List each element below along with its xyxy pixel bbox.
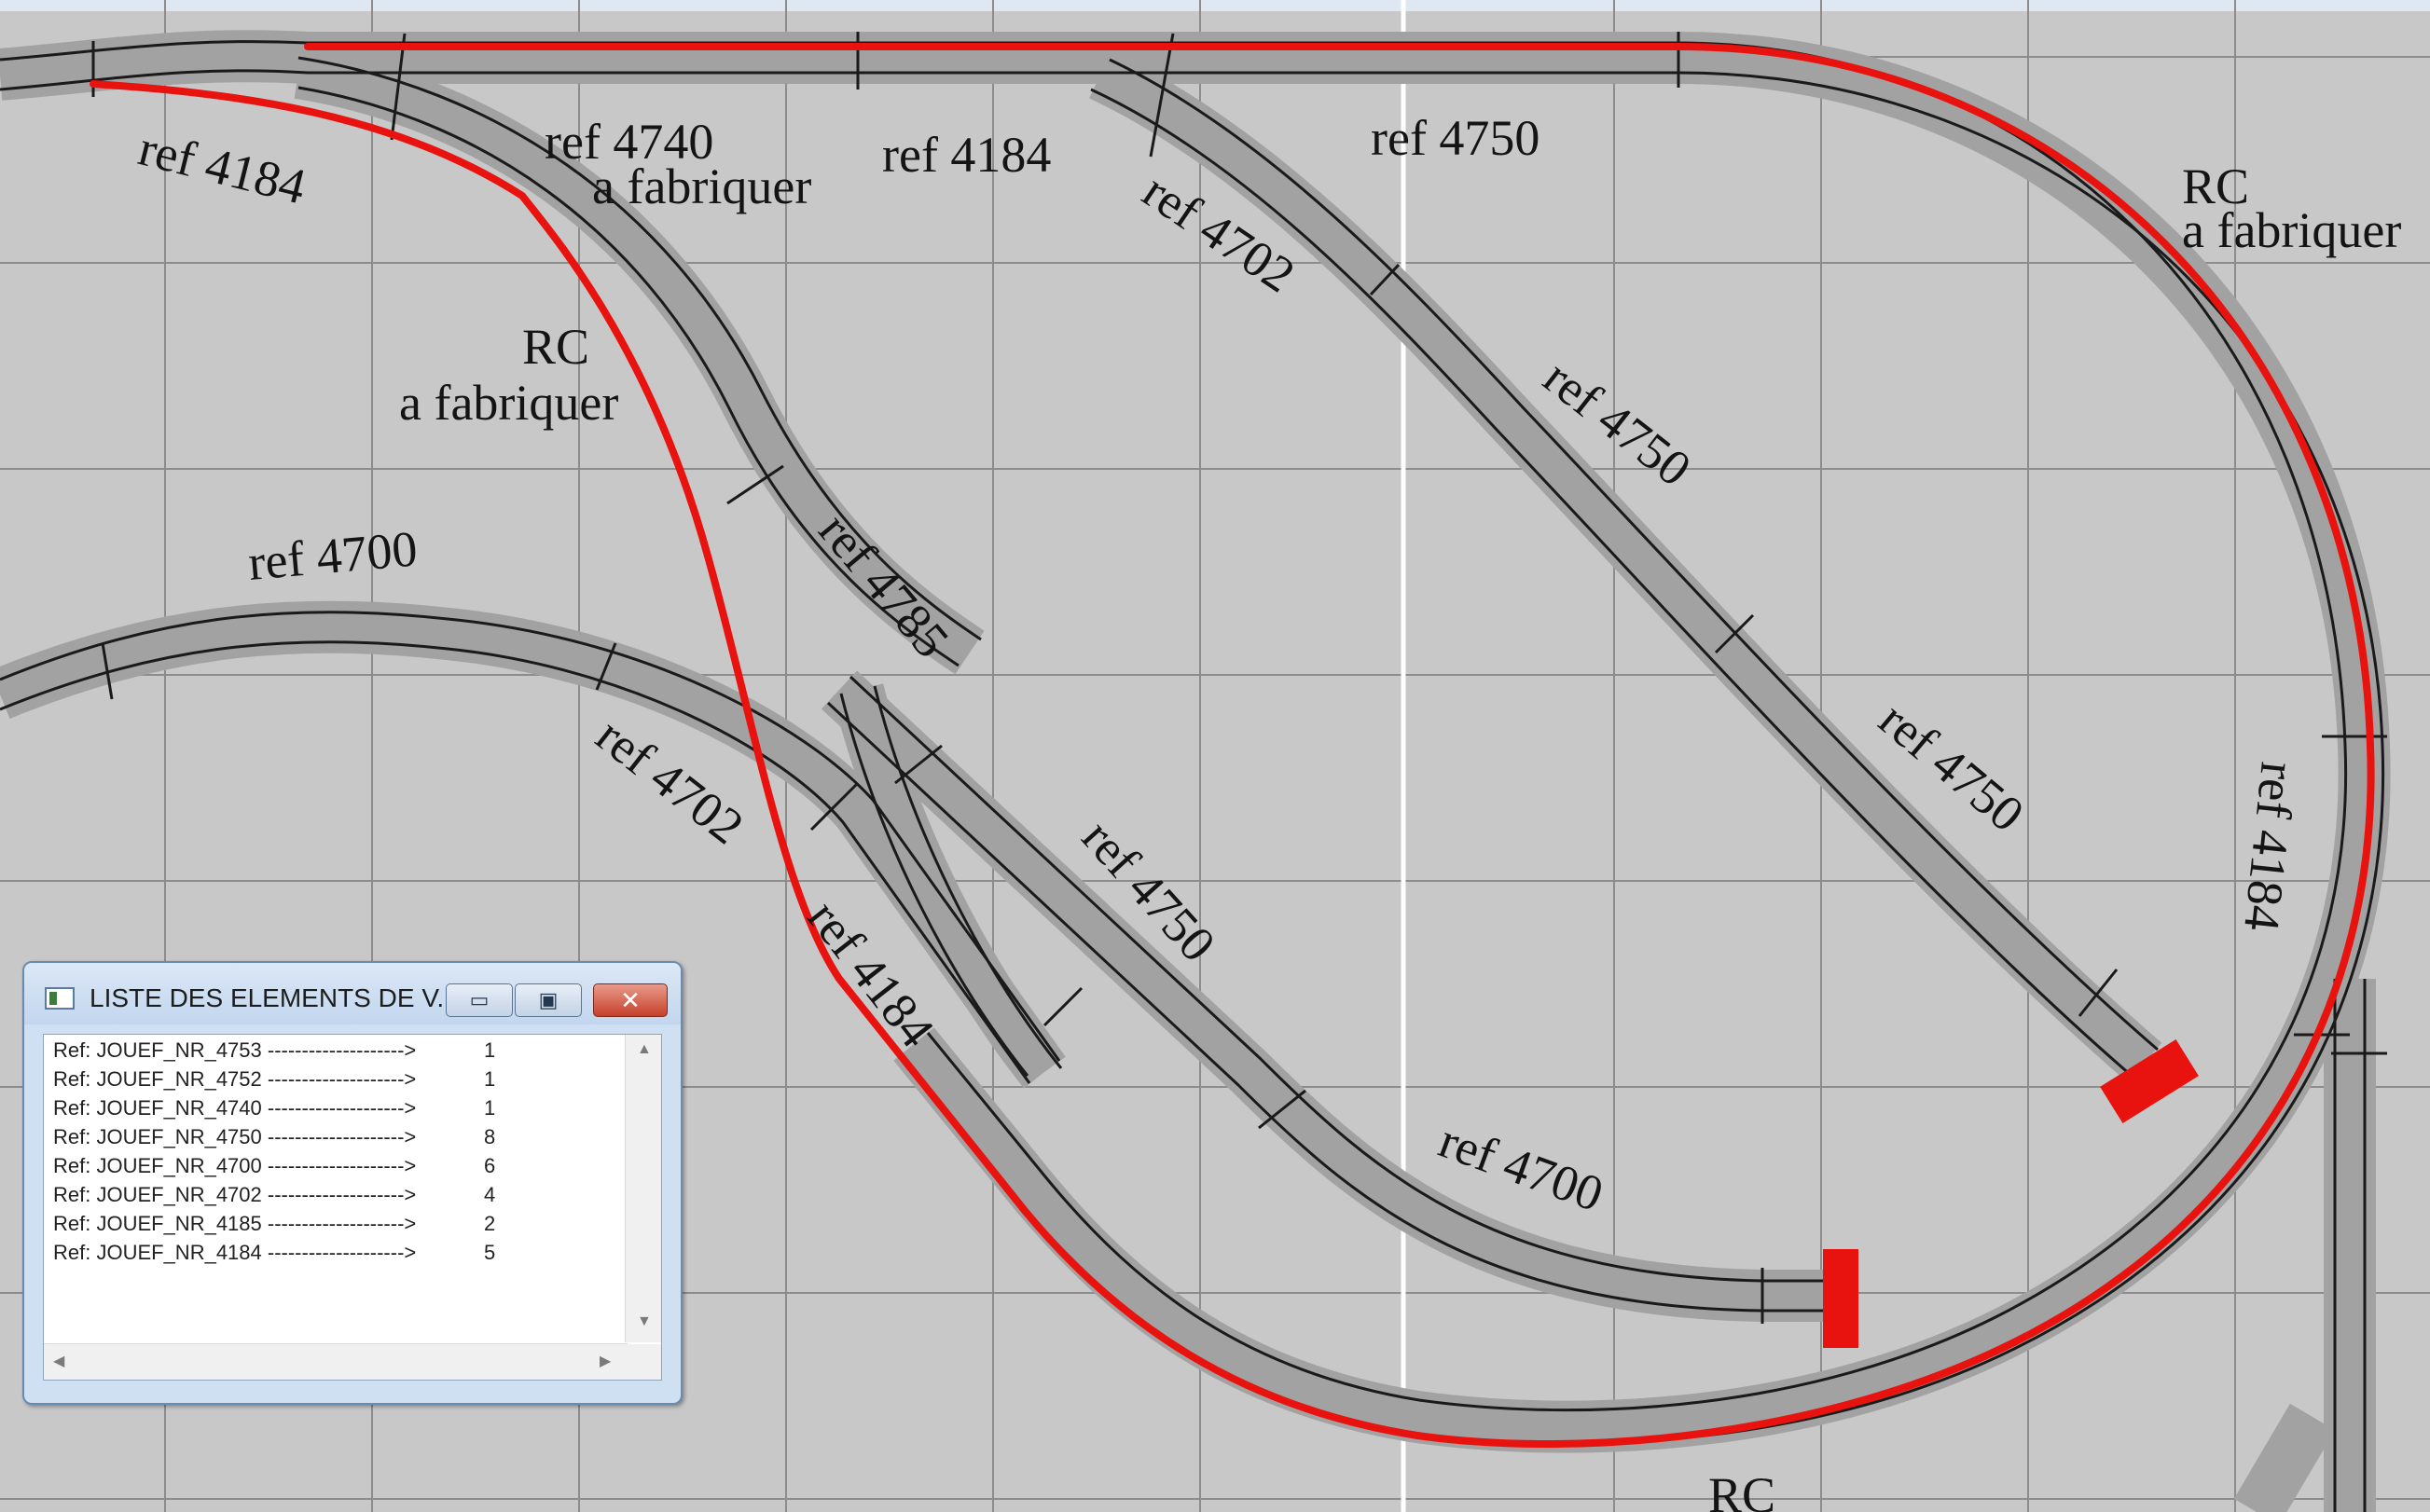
list-item-ref: Ref: JOUEF_NR_4184 --------------------> (53, 1241, 417, 1264)
horizontal-scrollbar[interactable]: ◀ ▶ (44, 1343, 628, 1380)
minimize-icon: ▭ (469, 988, 490, 1011)
close-button[interactable]: ✕ (593, 983, 668, 1017)
track-label: a fabriquer (2182, 202, 2401, 258)
track-label: a fabriquer (592, 158, 811, 214)
list-item-ref: Ref: JOUEF_NR_4700 --------------------> (53, 1154, 417, 1177)
close-icon: ✕ (620, 985, 641, 1014)
list-item-count: 6 (484, 1154, 496, 1177)
window-titlebar[interactable]: LISTE DES ELEMENTS DE V... ▭ ▣ ✕ (24, 963, 681, 1024)
list-item-count: 1 (484, 1096, 496, 1120)
list-item-count: 1 (484, 1038, 496, 1062)
list-item-ref: Ref: JOUEF_NR_4185 --------------------> (53, 1212, 417, 1235)
scroll-up-icon[interactable]: ▲ (637, 1042, 652, 1057)
list-item-ref: Ref: JOUEF_NR_4752 --------------------> (53, 1067, 417, 1091)
maximize-button[interactable]: ▣ (515, 983, 582, 1017)
track-label: ref 4750 (1371, 110, 1539, 166)
app-icon (45, 987, 75, 1010)
list-item-count: 4 (484, 1183, 496, 1206)
list-item-ref: Ref: JOUEF_NR_4740 --------------------> (53, 1096, 417, 1120)
element-list-window[interactable]: LISTE DES ELEMENTS DE V... ▭ ▣ ✕ Ref: JO… (22, 961, 683, 1405)
maximize-icon: ▣ (538, 988, 559, 1011)
track-label: ref 4184 (882, 127, 1051, 183)
vertical-scrollbar[interactable]: ▲ ▼ (625, 1035, 661, 1342)
element-list-rows: Ref: JOUEF_NR_4753 -------------------->… (48, 1038, 626, 1337)
window-title: LISTE DES ELEMENTS DE V... (90, 983, 459, 1012)
buffer-stop-lower (1823, 1249, 1858, 1348)
track-label: RC (1708, 1467, 1775, 1512)
list-item-count: 8 (484, 1125, 496, 1148)
element-list[interactable]: Ref: JOUEF_NR_4753 -------------------->… (43, 1034, 662, 1381)
list-item-ref: Ref: JOUEF_NR_4750 --------------------> (53, 1125, 417, 1148)
resize-grip-icon[interactable] (626, 1344, 661, 1380)
list-item-count: 5 (484, 1241, 496, 1264)
minimize-button[interactable]: ▭ (446, 983, 513, 1017)
list-item-ref: Ref: JOUEF_NR_4702 --------------------> (53, 1183, 417, 1206)
scroll-down-icon[interactable]: ▼ (637, 1314, 652, 1329)
track-label: RC (522, 319, 589, 375)
list-item-ref: Ref: JOUEF_NR_4753 --------------------> (53, 1038, 417, 1062)
list-item-count: 2 (484, 1212, 496, 1235)
top-edge-strip (0, 0, 2430, 11)
scroll-left-icon[interactable]: ◀ (53, 1354, 64, 1369)
list-item-count: 1 (484, 1067, 496, 1091)
track-label: a fabriquer (399, 375, 618, 431)
scroll-right-icon[interactable]: ▶ (600, 1354, 611, 1369)
